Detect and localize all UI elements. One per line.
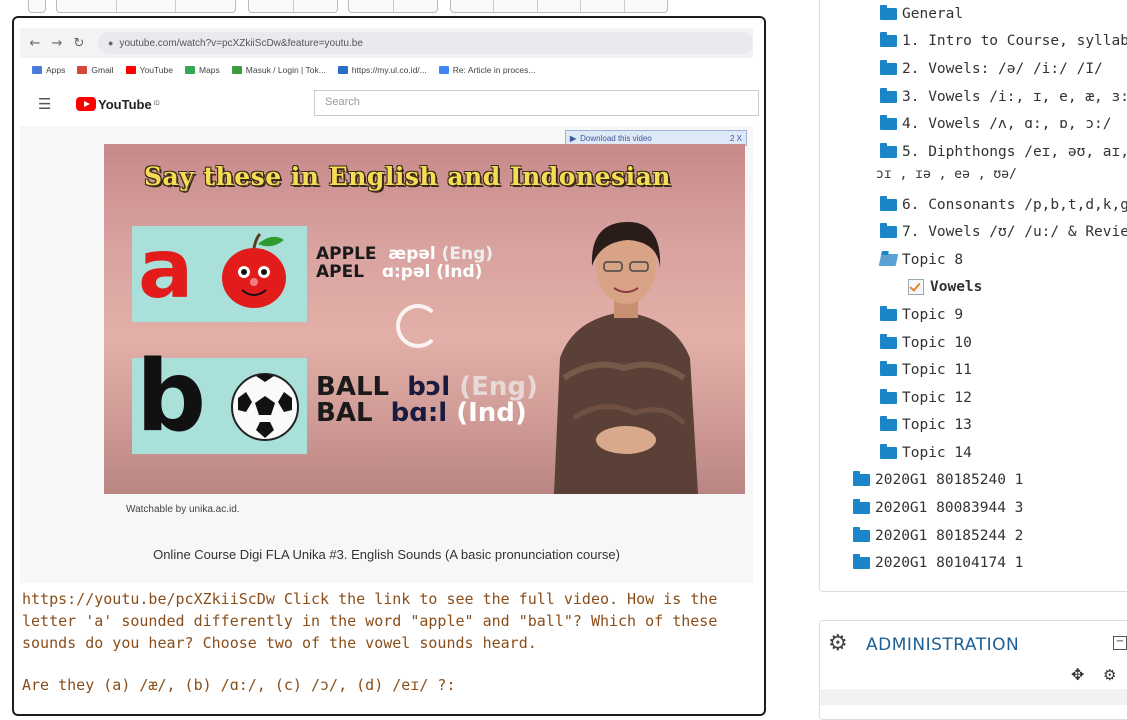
apps-icon [32,66,42,74]
bookmark-maps: Maps [184,65,220,75]
nav-item-topic-13[interactable]: Topic 13 [880,416,972,433]
folder-icon [880,416,897,431]
maps-icon [184,66,195,74]
nav-item-topic-11[interactable]: Topic 11 [880,361,972,378]
collapse-block-button[interactable]: − [1113,636,1127,650]
nav-item-course-4[interactable]: 2020G1 80104174 1 [853,554,1023,571]
watermark-text: Watchable by unika.ac.id. [126,504,240,515]
url-text: youtube.com/watch?v=pcXZkiiScDw&feature=… [119,37,363,49]
video-area: ▶ Download this video 2 X Say these in Eng… [20,126,753,583]
video-caption: Online Course Digi FLA Unika #3. English… [153,547,620,562]
menu-icon: ☰ [38,95,52,113]
toolbar-button-group[interactable] [450,0,668,13]
folder-icon [880,361,897,376]
folder-icon [880,306,897,321]
youtube-search-input: Search [314,90,759,116]
toolbar-button-group[interactable] [248,0,338,13]
toolbar-button-group[interactable] [28,0,46,13]
video-title: Say these in English and Indonesian [144,162,671,191]
folder-icon [853,554,870,569]
nav-item-section-4[interactable]: 4. Vowels /ʌ, ɑ:, ɒ, ɔ:/ [880,115,1112,132]
bookmark-login: Masuk / Login | Tok... [231,65,326,75]
forward-icon: → [51,35,63,51]
folder-icon [880,389,897,404]
login-icon [231,66,242,74]
nav-item-general[interactable]: General [880,5,963,22]
bookmark-myul: https://my.ul.co.id/... [337,65,427,75]
folder-icon [853,527,870,542]
nav-item-section-6[interactable]: 6. Consonants /p,b,t,d,k,g [880,196,1127,213]
link-icon [337,66,348,74]
bookmarks-bar: Apps Gmail YouTube Maps Masuk / Login | … [20,58,753,83]
question-options[interactable]: Are they (a) /æ/, (b) /ɑ:/, (c) /ɔ/, (d)… [22,674,752,696]
nav-item-course-3[interactable]: 2020G1 80185244 2 [853,527,1023,544]
embedded-screenshot: ← → ↻ ● youtube.com/watch?v=pcXZkiiScDw&… [20,28,759,583]
folder-icon [880,334,897,349]
nav-item-topic-12[interactable]: Topic 12 [880,389,972,406]
apple-icon [222,232,286,308]
google-icon [438,66,449,74]
settings-gear-icon[interactable]: ⚙ [1103,666,1116,684]
url-field: ● youtube.com/watch?v=pcXZkiiScDw&featur… [98,32,753,54]
folder-icon [880,196,897,211]
nav-item-topic-8[interactable]: Topic 8 [878,252,963,268]
loading-spinner-icon [396,304,440,348]
quiz-icon [908,279,924,295]
nav-item-section-2[interactable]: 2. Vowels: /ə/ /i:/ /I/ [880,60,1103,77]
letter-a: a [138,222,194,317]
youtube-header: ☰ YouTube ID Search [20,82,759,126]
toolbar-button-group[interactable] [56,0,236,13]
nav-item-topic-10[interactable]: Topic 10 [880,334,972,351]
gears-icon: ⚙ [828,631,848,656]
folder-icon [880,32,897,47]
nav-item-course-1[interactable]: 2020G1 80185240 1 [853,471,1023,488]
nav-item-course-2[interactable]: 2020G1 80083944 3 [853,499,1023,516]
nav-item-section-7[interactable]: 7. Vowels /ʊ/ /u:/ & Revie [880,223,1127,240]
gmail-icon [77,66,88,74]
folder-open-icon [878,254,899,266]
letter-b: b [136,340,207,454]
presenter-image [554,222,698,494]
nav-item-topic-9[interactable]: Topic 9 [880,306,963,323]
question-text[interactable]: https://youtu.be/pcXZkiiScDw Click the l… [22,588,752,654]
bookmark-apps: Apps [32,65,65,75]
folder-icon [880,60,897,75]
folder-icon [880,444,897,459]
youtube-icon [125,66,136,74]
nav-item-section-3[interactable]: 3. Vowels /i:, ɪ, e, æ, ɜ: , [880,88,1127,105]
folder-icon [880,5,897,20]
administration-title: ADMINISTRATION [866,635,1020,655]
youtube-play-icon [76,97,96,111]
folder-icon [880,223,897,238]
toolbar-button-group[interactable] [348,0,438,13]
video-word-apel: APEL ɑ:pəl (Ind) [316,262,483,282]
nav-item-section-5-continued[interactable]: ɔɪ , ɪə , eə , ʊə/ [876,167,1017,182]
video-word-bal: BAL bɑ:l (Ind) [316,398,527,428]
folder-icon [880,143,897,158]
video-frame: Say these in English and Indonesian a b [104,144,745,494]
nav-item-section-1[interactable]: 1. Intro to Course, syllabi [880,32,1127,49]
reload-icon: ↻ [73,35,85,51]
move-icon[interactable]: ✥ [1071,665,1084,684]
folder-icon [880,88,897,103]
bookmark-gmail: Gmail [77,65,114,75]
folder-icon [853,471,870,486]
nav-item-vowels-quiz[interactable]: Vowels [908,279,982,295]
back-icon: ← [29,35,41,51]
bookmark-article: Re: Article in proces... [438,65,535,75]
soccer-ball-icon [231,373,299,441]
nav-item-section-5[interactable]: 5. Diphthongs /eɪ, əʊ, aɪ, [880,143,1127,160]
video-word-apple: APPLE æpəl (Eng) [316,244,494,264]
folder-icon [853,499,870,514]
browser-address-bar: ← → ↻ ● youtube.com/watch?v=pcXZkiiScDw&… [20,28,753,58]
bookmark-youtube: YouTube [125,65,173,75]
folder-icon [880,115,897,130]
lock-icon: ● [108,38,114,48]
nav-item-topic-14[interactable]: Topic 14 [880,444,972,461]
youtube-logo: YouTube ID [76,97,160,112]
